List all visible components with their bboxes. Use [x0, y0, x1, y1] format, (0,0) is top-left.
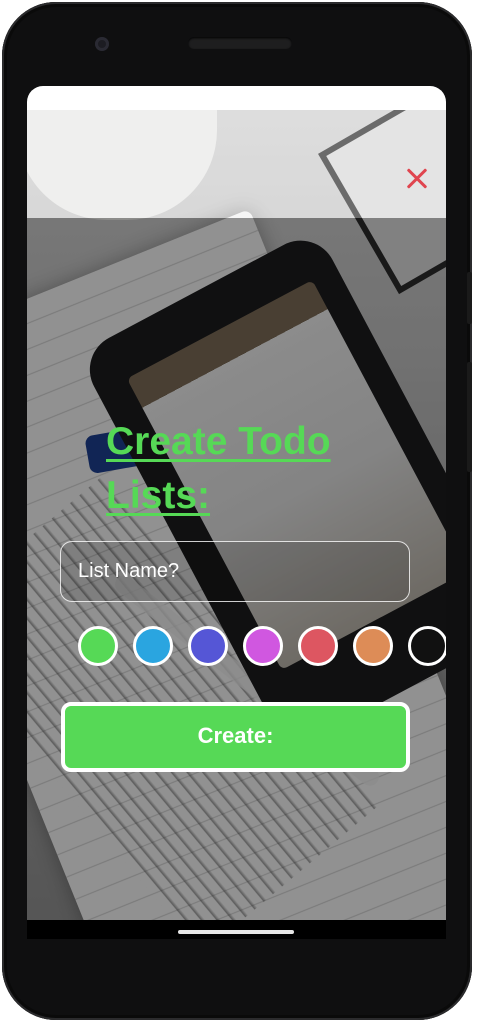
app-screen: Create Todo Lists: Create:	[27, 86, 446, 939]
gesture-bar[interactable]	[178, 930, 294, 934]
status-bar	[27, 86, 446, 110]
light-overlay	[27, 110, 446, 218]
color-picker	[78, 626, 446, 666]
page-title: Create Todo Lists:	[106, 420, 331, 517]
color-swatch-black[interactable]	[408, 626, 446, 666]
color-swatch-orange[interactable]	[353, 626, 393, 666]
color-swatch-red[interactable]	[298, 626, 338, 666]
list-name-input[interactable]	[60, 541, 410, 602]
earpiece-speaker	[188, 37, 292, 49]
volume-button	[467, 362, 472, 472]
color-swatch-indigo[interactable]	[188, 626, 228, 666]
color-swatch-green[interactable]	[78, 626, 118, 666]
power-button	[467, 272, 472, 324]
color-swatch-violet[interactable]	[243, 626, 283, 666]
background-photo: Create Todo Lists: Create:	[27, 110, 446, 920]
front-camera-icon	[95, 37, 109, 51]
close-icon[interactable]	[401, 163, 433, 195]
color-swatch-blue[interactable]	[133, 626, 173, 666]
create-button[interactable]: Create:	[61, 702, 410, 772]
